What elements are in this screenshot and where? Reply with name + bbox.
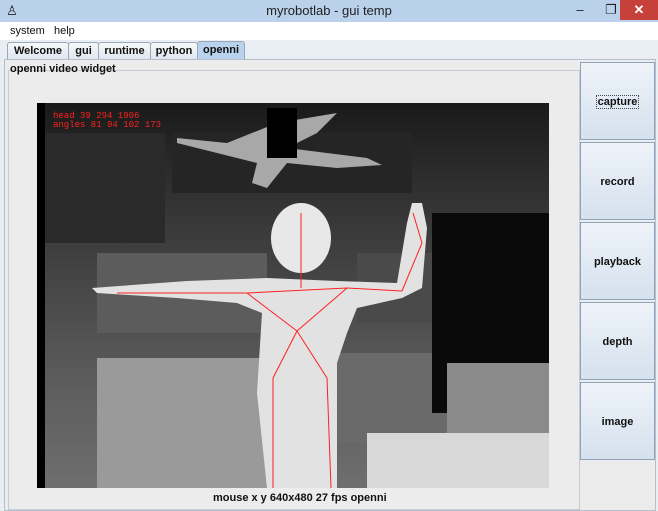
- minimize-button[interactable]: –: [565, 0, 595, 20]
- depth-video[interactable]: head 39 294 1906 angles 81 94 102 173: [37, 103, 549, 488]
- tab-welcome[interactable]: Welcome: [7, 42, 69, 59]
- tab-python[interactable]: python: [150, 42, 198, 59]
- panel-title: openni video widget: [10, 63, 116, 75]
- tab-openni[interactable]: openni: [197, 41, 245, 60]
- playback-button[interactable]: playback: [580, 222, 655, 300]
- capture-label: capture: [595, 95, 640, 109]
- tab-gui[interactable]: gui: [68, 42, 99, 59]
- record-button[interactable]: record: [580, 142, 655, 220]
- window-title: myrobotlab - gui temp: [266, 3, 392, 18]
- video-status: mouse x y 640x480 27 fps openni: [213, 492, 387, 504]
- tab-bar: Welcome gui runtime python openni: [0, 40, 658, 60]
- image-button[interactable]: image: [580, 382, 655, 460]
- skeleton-overlay: [117, 212, 423, 488]
- menu-bar: system help: [0, 22, 658, 41]
- close-button[interactable]: ✕: [620, 0, 658, 20]
- capture-button[interactable]: capture: [580, 62, 655, 140]
- title-bar: ♙ myrobotlab - gui temp – ❐ ✕: [0, 0, 658, 22]
- angles-readout: angles 81 94 102 173: [53, 120, 162, 130]
- menu-system[interactable]: system: [10, 25, 45, 37]
- depth-button[interactable]: depth: [580, 302, 655, 380]
- menu-help[interactable]: help: [54, 25, 75, 37]
- tab-runtime[interactable]: runtime: [98, 42, 151, 59]
